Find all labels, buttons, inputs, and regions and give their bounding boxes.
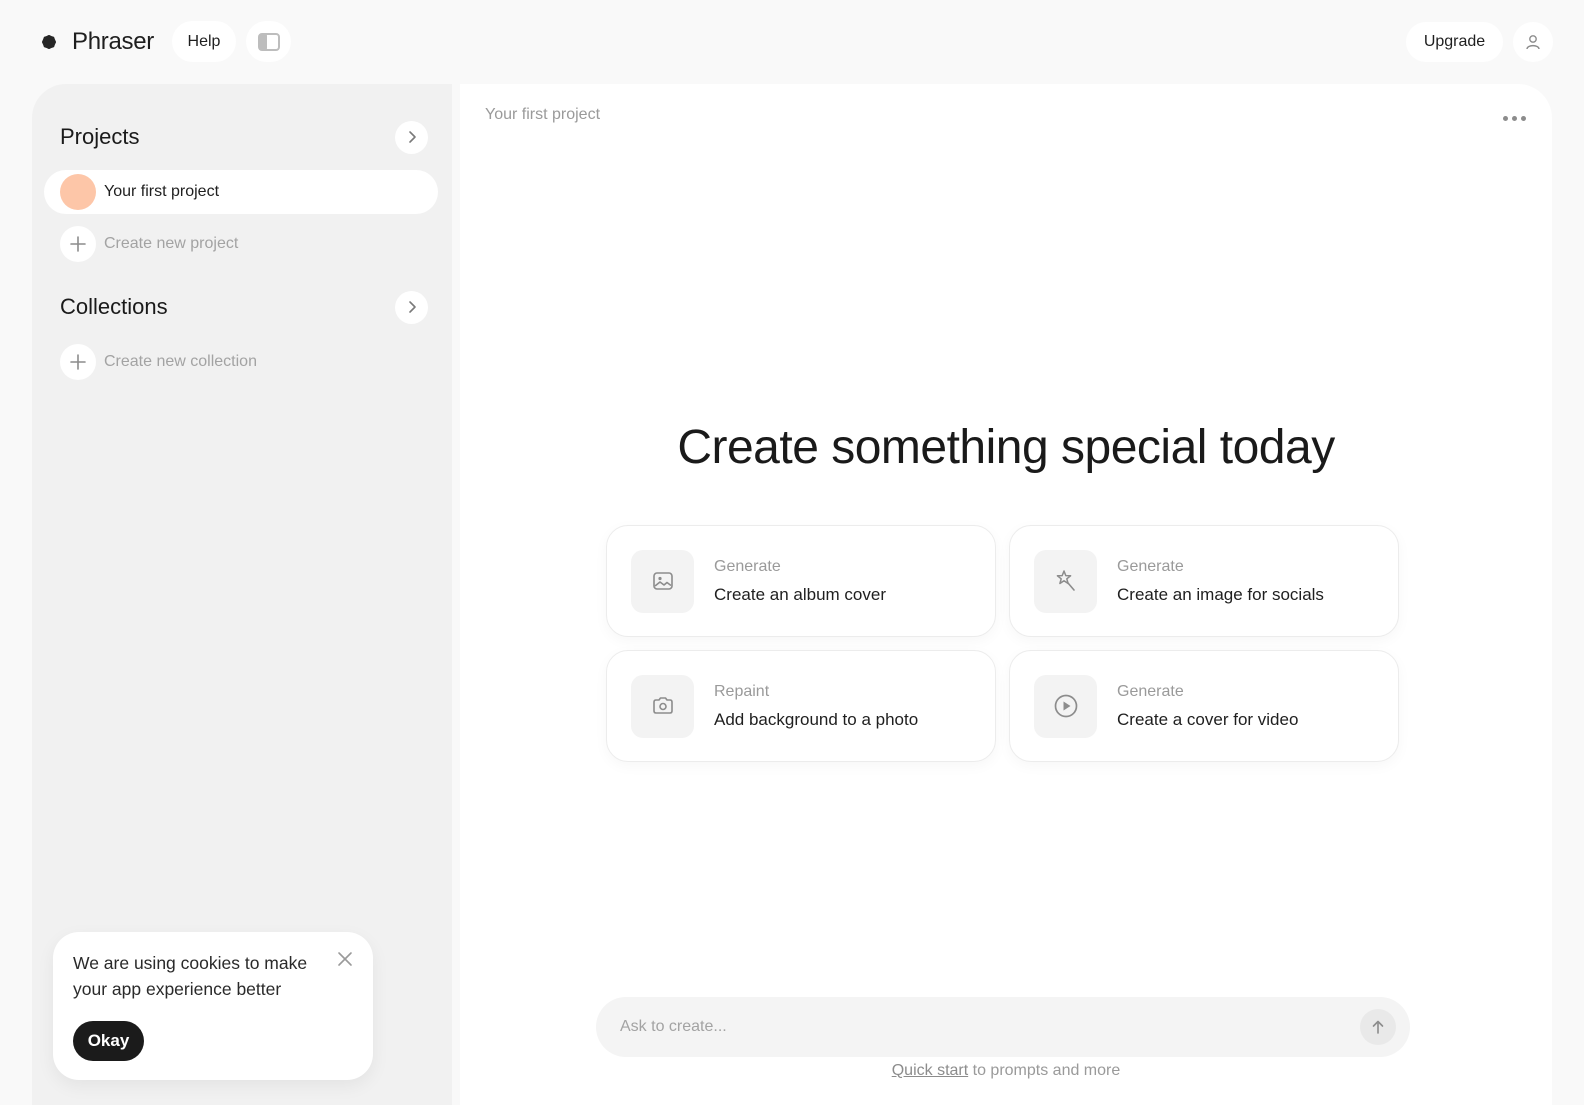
card-kind: Repaint	[714, 682, 770, 700]
help-button[interactable]: Help	[172, 21, 236, 62]
camera-icon	[631, 674, 694, 738]
flower-asterisk-icon	[42, 35, 56, 49]
suggestion-cards: Generate Create an album cover Generate …	[606, 525, 1399, 762]
user-icon	[1526, 35, 1540, 50]
create-new-project-label: Create new project	[104, 235, 239, 252]
suggestion-card[interactable]: Generate Create an image for socials	[1009, 525, 1399, 637]
chevron-right-icon	[408, 301, 416, 313]
card-kind: Generate	[1117, 557, 1184, 575]
card-title: Add background to a photo	[714, 709, 919, 729]
hero-title: Create something special today	[677, 421, 1335, 474]
project-item-label: Your first project	[104, 183, 220, 200]
more-horizontal-icon	[1511, 115, 1517, 121]
collections-title: Collections	[60, 294, 168, 319]
card-title: Create an album cover	[714, 584, 886, 604]
projects-header: Projects	[60, 120, 428, 154]
suggestion-card[interactable]: Repaint Add background to a photo	[606, 650, 996, 762]
project-item[interactable]: Your first project	[44, 170, 438, 214]
user-menu-button[interactable]	[1513, 22, 1553, 62]
more-options-button[interactable]	[1498, 104, 1530, 132]
projects-title: Projects	[60, 124, 140, 149]
breadcrumb: Your first project	[485, 106, 601, 123]
image-icon	[631, 549, 694, 613]
plus-icon	[60, 344, 96, 380]
project-avatar	[60, 174, 96, 210]
quick-start-hint: Quick start to prompts and more	[460, 1062, 1552, 1080]
plus-icon	[60, 226, 96, 262]
send-button[interactable]	[1360, 1009, 1396, 1045]
main-panel: Your first project Create something spec…	[460, 84, 1552, 1105]
projects-expand-button[interactable]	[395, 120, 428, 154]
create-new-collection-button[interactable]: Create new collection	[60, 344, 257, 380]
sidebar-toggle-icon	[257, 32, 280, 51]
card-kind: Generate	[1117, 682, 1184, 700]
more-horizontal-icon	[1502, 115, 1508, 121]
suggestion-card[interactable]: Generate Create an album cover	[606, 525, 996, 637]
card-title: Create an image for socials	[1117, 584, 1324, 604]
quick-start-suffix: to prompts and more	[968, 1062, 1121, 1079]
upgrade-button[interactable]: Upgrade	[1406, 22, 1503, 62]
arrow-up-icon	[1372, 1020, 1384, 1034]
top-bar: Phraser Help Upgrade	[0, 0, 1584, 84]
card-kind: Generate	[714, 557, 781, 575]
cookie-banner: We are using cookies to make your app ex…	[53, 932, 373, 1080]
collections-header: Collections	[60, 290, 428, 324]
cookie-okay-button[interactable]: Okay	[73, 1021, 144, 1061]
play-circle-icon	[1034, 674, 1097, 738]
create-new-collection-label: Create new collection	[104, 353, 257, 370]
app-name: Phraser	[72, 28, 154, 55]
prompt-bar	[596, 997, 1410, 1057]
close-icon	[338, 952, 352, 966]
more-horizontal-icon	[1520, 115, 1526, 121]
magic-wand-icon	[1034, 549, 1097, 613]
suggestion-card[interactable]: Generate Create a cover for video	[1009, 650, 1399, 762]
prompt-input[interactable]	[596, 997, 1360, 1057]
collections-expand-button[interactable]	[395, 290, 428, 324]
sidebar-toggle-button[interactable]	[246, 21, 291, 62]
create-new-project-button[interactable]: Create new project	[60, 226, 238, 262]
card-title: Create a cover for video	[1117, 709, 1299, 729]
quick-start-link[interactable]: Quick start	[892, 1062, 968, 1079]
chevron-right-icon	[408, 131, 416, 143]
cookie-close-button[interactable]	[335, 949, 355, 969]
cookie-message: We are using cookies to make your app ex…	[73, 953, 308, 999]
app-logo[interactable]: Phraser	[35, 26, 154, 58]
